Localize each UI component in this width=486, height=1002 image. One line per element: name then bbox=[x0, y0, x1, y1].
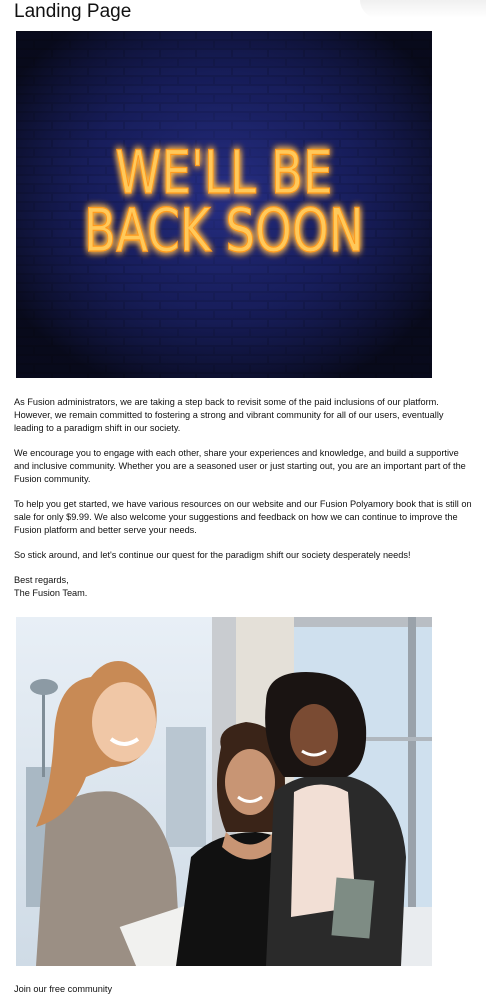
message-paragraph: As Fusion administrators, we are taking … bbox=[14, 397, 444, 433]
window-shadow bbox=[360, 0, 486, 18]
message-body: As Fusion administrators, we are taking … bbox=[14, 396, 474, 600]
message-signoff: Best regards, The Fusion Team. bbox=[14, 574, 474, 600]
team-photo bbox=[16, 617, 432, 966]
hero-image: WE'LL BE BACK SOON bbox=[16, 31, 432, 378]
message-paragraph: To help you get started, we have various… bbox=[14, 498, 472, 535]
signature-text: The Fusion Team. bbox=[14, 588, 88, 599]
message-paragraph: We encourage you to engage with each oth… bbox=[14, 447, 466, 484]
page-title: Landing Page bbox=[14, 1, 132, 22]
signoff-text: Best regards, bbox=[14, 575, 69, 586]
message-paragraph: So stick around, and let's continue our … bbox=[14, 549, 411, 560]
hero-text-line2: BACK SOON bbox=[84, 195, 364, 265]
join-community-text: Join our free community bbox=[14, 984, 113, 994]
